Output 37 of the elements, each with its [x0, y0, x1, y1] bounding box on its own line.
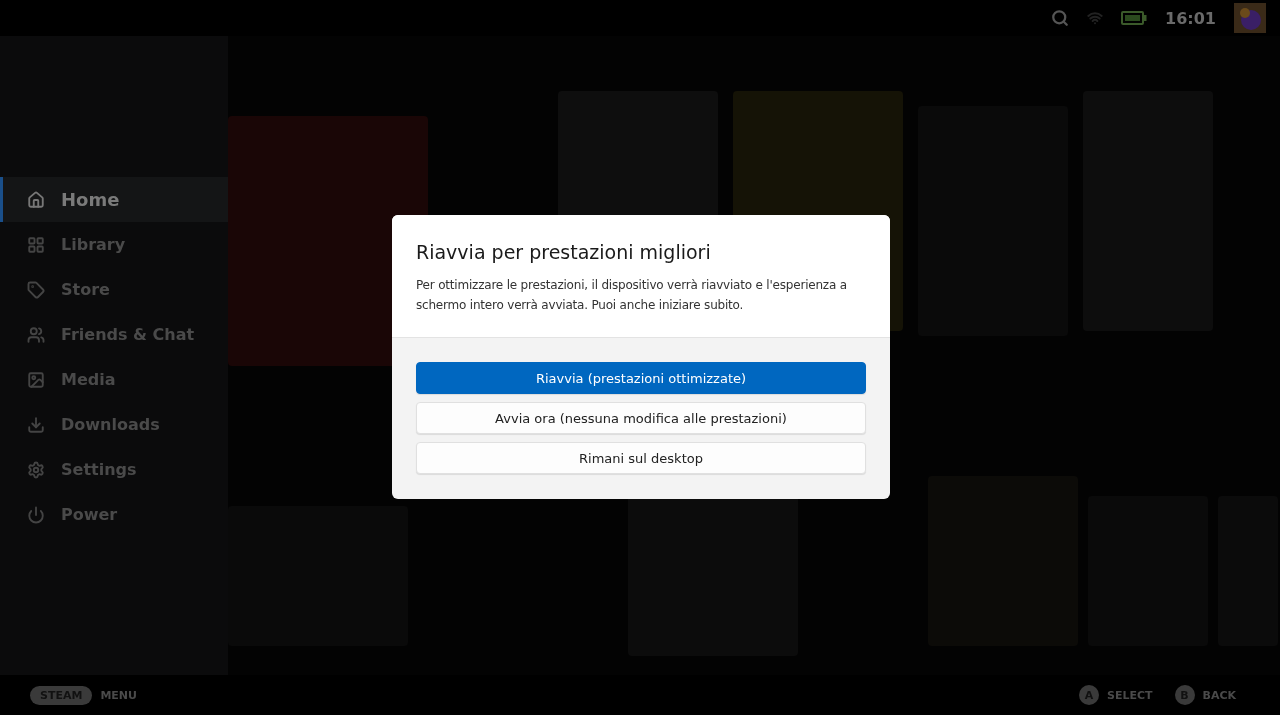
- sidebar-label: Settings: [61, 460, 137, 479]
- sidebar-label: Downloads: [61, 415, 160, 434]
- grid-icon: [27, 235, 45, 254]
- dialog-button[interactable]: Avvia ora (nessuna modifica alle prestazioni): [416, 402, 866, 434]
- hint-label: SELECT: [1106, 688, 1153, 702]
- sidebar-item[interactable]: Library: [0, 222, 228, 267]
- people-icon: [27, 325, 45, 344]
- image-icon: [27, 370, 45, 389]
- power-icon: [27, 505, 45, 524]
- sidebar-label: Friends & Chat: [61, 325, 195, 344]
- dialog-title: Riavvia per prestazioni migliori: [416, 241, 712, 263]
- sidebar-label: Store: [61, 280, 110, 299]
- home-icon: [27, 190, 45, 209]
- download-icon: [27, 415, 45, 434]
- sidebar-item[interactable]: Media: [0, 357, 228, 402]
- sidebar-label: Power: [61, 505, 118, 524]
- sidebar-label: Library: [61, 235, 126, 254]
- dialog-button[interactable]: Riavvia (prestazioni ottimizzate): [416, 362, 866, 394]
- sidebar-item[interactable]: Home: [0, 177, 228, 222]
- sidebar-item[interactable]: Downloads: [0, 402, 228, 447]
- sidebar-item[interactable]: Store: [0, 267, 228, 312]
- avatar[interactable]: [1234, 3, 1266, 33]
- sidebar-label: Home: [61, 189, 120, 210]
- search-icon[interactable]: [1051, 9, 1070, 27]
- dialog-message: Per ottimizzare le prestazioni, il dispositivo verrà riavviato e l'esperienza a schermo intero verrà avviata. Puoi anche iniziare subito.: [416, 277, 848, 314]
- clock-time: 16:01: [1165, 8, 1216, 28]
- tag-icon: [27, 280, 45, 299]
- sidebar-label: Media: [61, 370, 116, 389]
- wifi-icon: [1087, 10, 1104, 26]
- sidebar-item[interactable]: Friends & Chat: [0, 312, 228, 357]
- sidebar-item[interactable]: Settings: [0, 447, 228, 492]
- battery-icon: [1121, 11, 1148, 25]
- hint-label: MENU: [100, 688, 137, 702]
- hint-label: BACK: [1202, 688, 1236, 702]
- dialog-button[interactable]: Rimani sul desktop: [416, 442, 866, 474]
- settings-icon: [27, 460, 45, 479]
- sidebar-item[interactable]: Power: [0, 492, 228, 537]
